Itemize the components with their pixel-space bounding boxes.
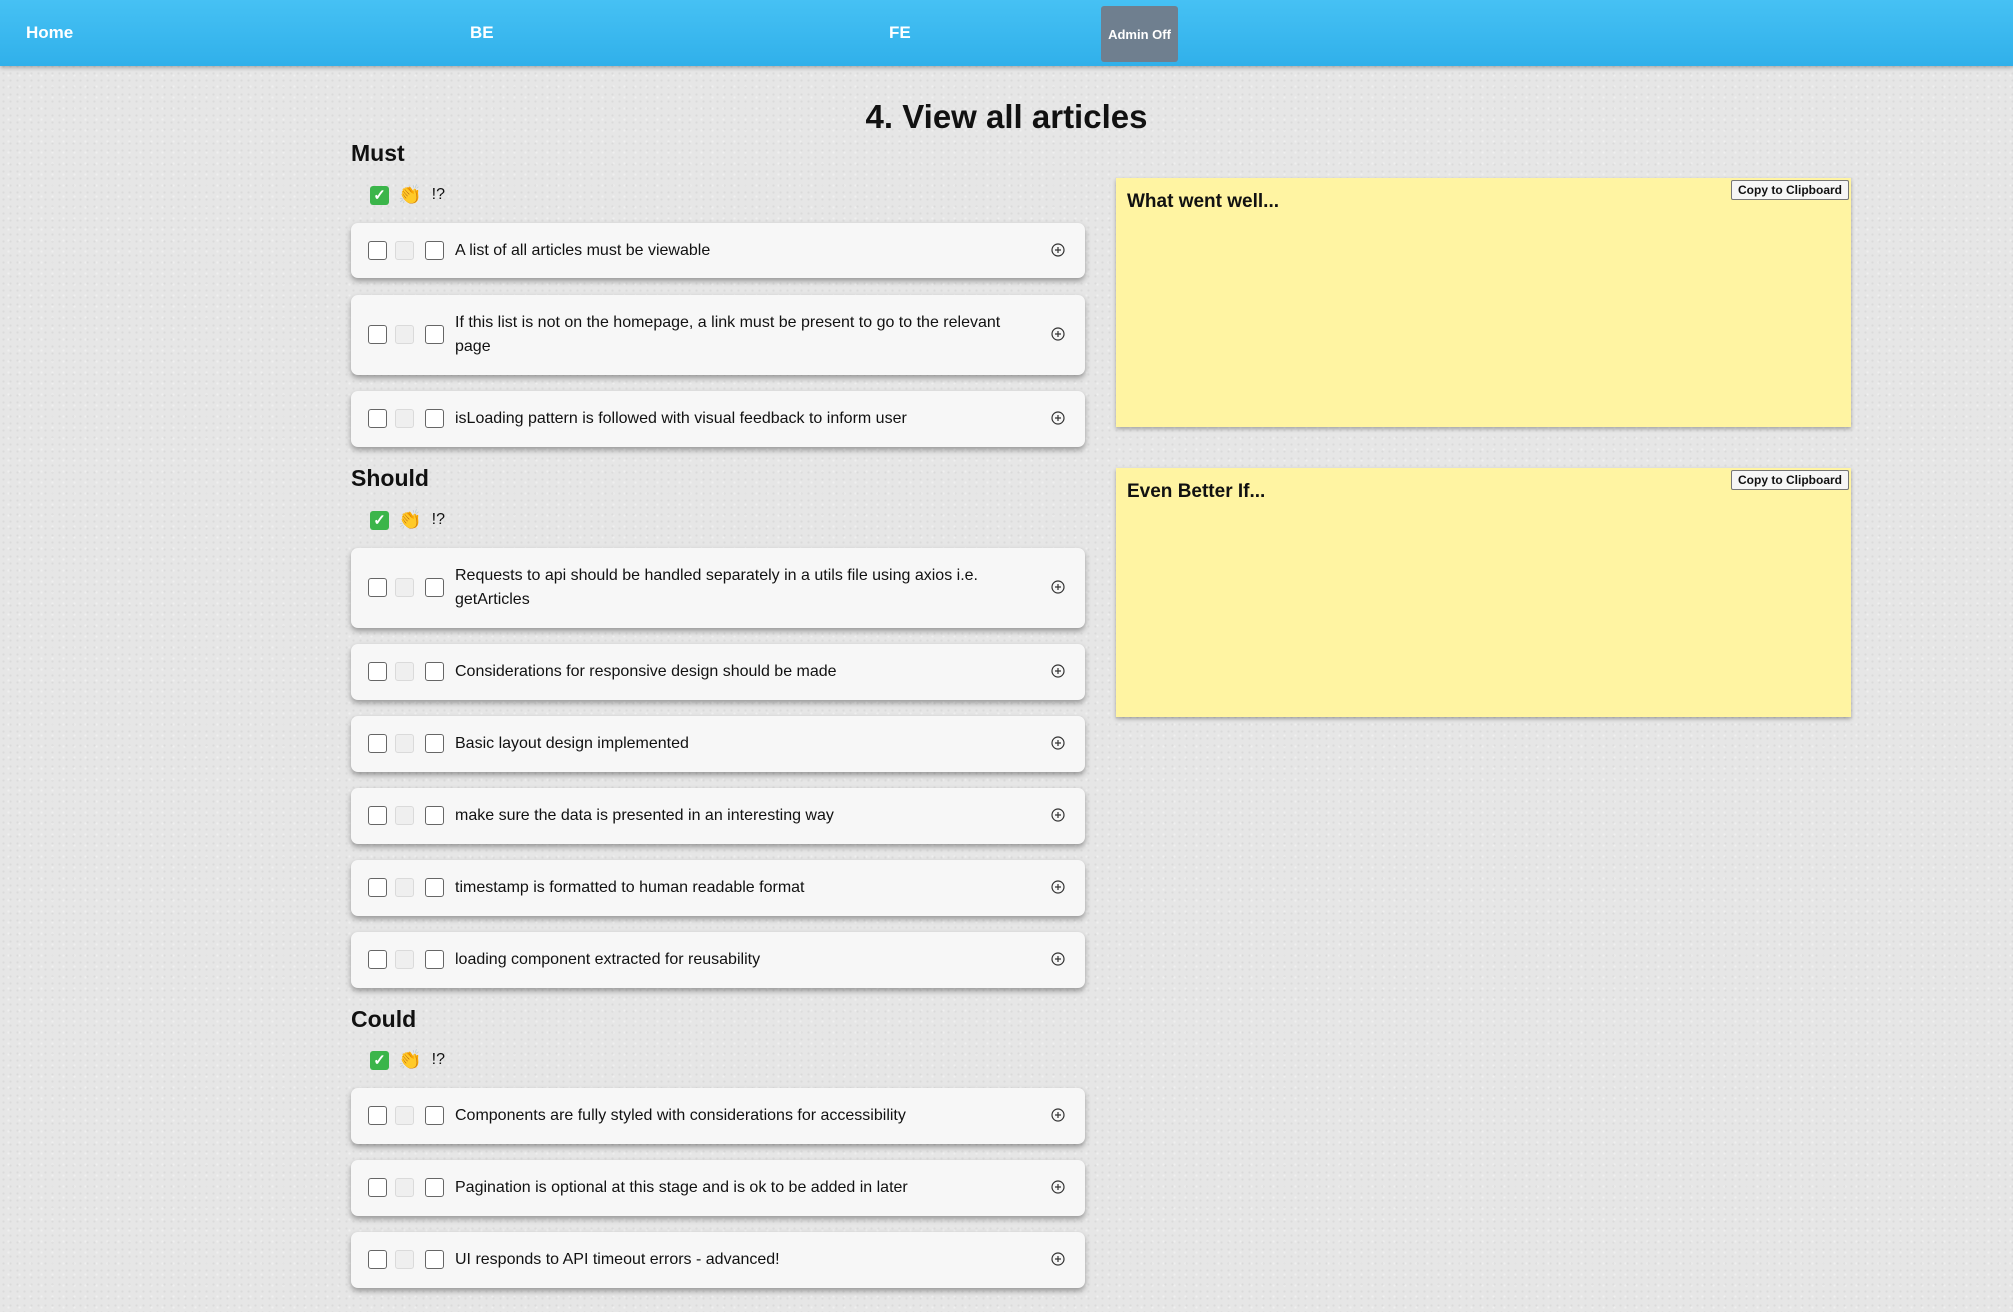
checkbox[interactable] — [368, 1250, 387, 1269]
checklist-card: If this list is not on the homepage, a l… — [351, 295, 1085, 375]
checkbox[interactable] — [425, 1106, 444, 1125]
checkbox[interactable] — [425, 878, 444, 897]
admin-toggle-button[interactable]: Admin Off — [1101, 6, 1178, 62]
checkbox[interactable] — [425, 806, 444, 825]
legend-question: !? — [431, 511, 446, 528]
checkbox-disabled — [395, 240, 414, 260]
card-text: Considerations for responsive design sho… — [455, 663, 837, 680]
nav-fe-link[interactable]: FE — [889, 0, 911, 66]
legend-should: ✓ 👏 !? — [370, 508, 445, 532]
checkbox[interactable] — [425, 1250, 444, 1269]
expand-plus-icon[interactable] — [1051, 736, 1065, 750]
expand-plus-icon[interactable] — [1051, 1252, 1065, 1266]
copy-to-clipboard-button[interactable]: Copy to Clipboard — [1731, 470, 1849, 490]
checkbox-disabled — [395, 1106, 414, 1125]
nav-home-link[interactable]: Home — [26, 0, 73, 66]
checkbox[interactable] — [368, 1178, 387, 1197]
expand-plus-icon[interactable] — [1051, 880, 1065, 894]
card-text: timestamp is formatted to human readable… — [455, 879, 805, 896]
legend-question: !? — [431, 1051, 446, 1068]
card-text: Pagination is optional at this stage and… — [455, 1179, 908, 1196]
checkbox-disabled — [395, 806, 414, 825]
expand-plus-icon[interactable] — [1051, 808, 1065, 822]
checkbox[interactable] — [368, 806, 387, 825]
checkbox[interactable] — [368, 409, 387, 428]
copy-to-clipboard-button[interactable]: Copy to Clipboard — [1731, 180, 1849, 200]
card-text: make sure the data is presented in an in… — [455, 807, 834, 824]
checkbox[interactable] — [368, 325, 387, 344]
clapping-hands-icon: 👏 — [398, 1050, 422, 1071]
checkbox[interactable] — [425, 662, 444, 681]
card-text: A list of all articles must be viewable — [455, 241, 711, 259]
card-text: Requests to api should be handled separa… — [455, 567, 978, 608]
checkbox-disabled — [395, 878, 414, 897]
checklist-card: loading component extracted for reusabil… — [351, 932, 1085, 988]
top-navbar: Home BE FE Admin Off — [0, 0, 2013, 66]
checkbox[interactable] — [425, 734, 444, 753]
note-title: What went well... — [1127, 191, 1280, 212]
checkbox[interactable] — [425, 240, 444, 260]
expand-plus-icon[interactable] — [1051, 1108, 1065, 1122]
went-well-note[interactable]: What went well... Copy to Clipboard — [1116, 178, 1851, 427]
checkbox-disabled — [395, 1178, 414, 1197]
expand-plus-icon[interactable] — [1051, 952, 1065, 966]
checkbox[interactable] — [425, 950, 444, 969]
expand-plus-icon[interactable] — [1051, 580, 1065, 594]
checklist-card: Considerations for responsive design sho… — [351, 644, 1085, 700]
legend-could: ✓ 👏 !? — [370, 1048, 445, 1072]
card-text: Basic layout design implemented — [455, 735, 689, 752]
card-text: UI responds to API timeout errors - adva… — [455, 1251, 780, 1268]
checkbox[interactable] — [368, 1106, 387, 1125]
checkbox[interactable] — [368, 950, 387, 969]
section-heading-could: Could — [351, 1006, 417, 1032]
expand-plus-icon[interactable] — [1051, 664, 1065, 678]
checklist-card: A list of all articles must be viewable — [351, 223, 1085, 278]
checkbox-disabled — [395, 325, 414, 344]
checkbox-disabled — [395, 662, 414, 681]
checklist-card: Pagination is optional at this stage and… — [351, 1160, 1085, 1216]
checklist-card: isLoading pattern is followed with visua… — [351, 391, 1085, 447]
checkbox[interactable] — [425, 409, 444, 428]
card-text: loading component extracted for reusabil… — [455, 951, 761, 968]
expand-plus-icon[interactable] — [1051, 1180, 1065, 1194]
checkbox-disabled — [395, 1250, 414, 1269]
expand-plus-icon[interactable] — [1051, 327, 1065, 341]
checkbox[interactable] — [368, 240, 387, 260]
expand-plus-icon[interactable] — [1051, 411, 1065, 425]
checklist-card: UI responds to API timeout errors - adva… — [351, 1232, 1085, 1288]
checkbox-disabled — [395, 409, 414, 428]
clapping-hands-icon: 👏 — [398, 510, 422, 531]
section-heading-must: Must — [351, 140, 405, 166]
checkbox-disabled — [395, 950, 414, 969]
checkbox[interactable] — [368, 662, 387, 681]
checkbox[interactable] — [368, 878, 387, 897]
checkbox-disabled — [395, 734, 414, 753]
expand-plus-icon[interactable] — [1051, 242, 1065, 257]
card-text: isLoading pattern is followed with visua… — [455, 410, 907, 427]
checklist-card: make sure the data is presented in an in… — [351, 788, 1085, 844]
check-mark-icon: ✓ — [370, 510, 389, 530]
even-better-if-note[interactable]: Even Better If... Copy to Clipboard — [1116, 468, 1851, 717]
card-text: Components are fully styled with conside… — [455, 1107, 906, 1124]
checkbox[interactable] — [425, 1178, 444, 1197]
card-text: If this list is not on the homepage, a l… — [455, 314, 1001, 355]
check-mark-icon: ✓ — [370, 185, 389, 205]
checklist-card: Requests to api should be handled separa… — [351, 548, 1085, 628]
legend-must: ✓ 👏 !? — [370, 183, 445, 207]
checkbox-disabled — [395, 578, 414, 597]
checkbox[interactable] — [368, 734, 387, 753]
check-mark-icon: ✓ — [370, 1050, 389, 1070]
checklist-card: timestamp is formatted to human readable… — [351, 860, 1085, 916]
page-title: 4. View all articles — [865, 98, 1148, 135]
checkbox[interactable] — [368, 578, 387, 597]
nav-be-link[interactable]: BE — [470, 0, 494, 66]
clapping-hands-icon: 👏 — [398, 185, 422, 206]
checkbox[interactable] — [425, 578, 444, 597]
note-title: Even Better If... — [1127, 481, 1266, 502]
legend-question: !? — [431, 186, 446, 203]
checklist-card: Basic layout design implemented — [351, 716, 1085, 772]
section-heading-should: Should — [351, 465, 429, 491]
checkbox[interactable] — [425, 325, 444, 344]
checklist-card: Components are fully styled with conside… — [351, 1088, 1085, 1144]
